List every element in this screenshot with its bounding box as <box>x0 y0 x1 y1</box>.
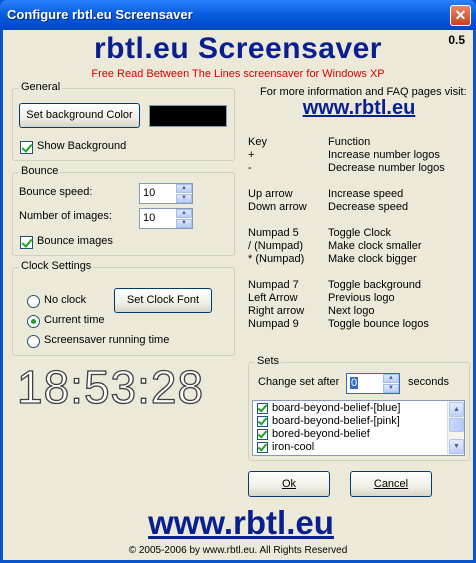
key-cell: / (Numpad) <box>248 240 304 252</box>
spin-up-icon[interactable]: ▲ <box>176 209 192 218</box>
sets-listbox[interactable]: board-beyond-belief-[blue] board-beyond-… <box>252 400 465 456</box>
set-label: bored-beyond-belief <box>272 428 370 440</box>
key-cell: Up arrow <box>248 188 293 200</box>
key-cell: * (Numpad) <box>248 253 305 265</box>
key-cell: + <box>248 149 255 161</box>
general-group: General Set background Color Show Backgr… <box>12 81 235 161</box>
key-cell: Left Arrow <box>248 292 298 304</box>
spin-down-icon[interactable]: ▼ <box>383 384 399 393</box>
clock-settings-legend: Clock Settings <box>19 260 94 272</box>
show-background-checkbox[interactable] <box>20 141 33 154</box>
cancel-button[interactable]: Cancel <box>350 471 432 497</box>
function-cell: Make clock bigger <box>328 253 417 265</box>
bounce-images-checkbox[interactable] <box>20 236 33 249</box>
bounce-speed-value: 10 <box>143 187 156 199</box>
dialog-client-area: 0.5 rbtl.eu Screensaver Free Read Betwee… <box>3 30 473 560</box>
key-header: Key <box>248 136 267 148</box>
screensaver-running-time-label: Screensaver running time <box>44 334 170 346</box>
spin-up-icon[interactable]: ▲ <box>383 374 399 383</box>
key-cell: Down arrow <box>248 201 307 213</box>
set-checkbox[interactable] <box>257 416 268 427</box>
key-cell: Numpad 9 <box>248 318 299 330</box>
set-background-color-label: Set background Color <box>26 109 133 121</box>
bounce-speed-spinner[interactable]: 10 ▲ ▼ <box>139 183 193 204</box>
sets-scrollbar[interactable]: ▲ ▼ <box>447 401 464 455</box>
set-label: board-beyond-belief-[pink] <box>272 415 400 427</box>
bounce-legend: Bounce <box>19 165 61 177</box>
set-clock-font-label: Set Clock Font <box>126 294 200 306</box>
number-of-images-label: Number of images: <box>19 210 112 222</box>
spin-down-icon[interactable]: ▼ <box>176 219 192 228</box>
key-cell: Right arrow <box>248 305 305 317</box>
show-background-label: Show Background <box>37 140 127 152</box>
close-icon[interactable]: ✕ <box>450 5 471 26</box>
info-url-link[interactable]: www.rbtl.eu <box>248 97 470 120</box>
set-background-color-button[interactable]: Set background Color <box>19 103 140 128</box>
function-cell: Increase number logos <box>328 149 440 161</box>
function-cell: Previous logo <box>328 292 395 304</box>
number-of-images-value: 10 <box>143 212 156 224</box>
bounce-images-label: Bounce images <box>37 235 113 247</box>
change-set-spinner[interactable]: 0 ▲ ▼ <box>346 373 400 394</box>
sets-group: Sets Change set after 0 ▲ ▼ seconds boar… <box>248 355 470 461</box>
current-time-label: Current time <box>44 314 105 326</box>
function-cell: Toggle bounce logos <box>328 318 429 330</box>
config-window: Configure rbtl.eu Screensaver ✕ 0.5 rbtl… <box>0 0 476 563</box>
ok-label: Ok <box>281 478 297 490</box>
no-clock-radio[interactable] <box>27 295 40 308</box>
key-cell: Numpad 7 <box>248 279 299 291</box>
change-set-value: 0 <box>350 377 359 389</box>
clock-settings-group: Clock Settings No clock Current time Scr… <box>12 260 235 356</box>
spin-up-icon[interactable]: ▲ <box>176 184 192 193</box>
subtitle: Free Read Between The Lines screensaver … <box>91 68 385 80</box>
change-set-label: Change set after <box>258 376 340 388</box>
screensaver-running-time-radio[interactable] <box>27 335 40 348</box>
clock-display: 18:53:28 <box>16 360 205 413</box>
scroll-up-icon[interactable]: ▲ <box>449 402 464 417</box>
function-cell: Toggle background <box>328 279 421 291</box>
set-checkbox[interactable] <box>257 442 268 453</box>
set-label: iron-cool <box>272 441 315 453</box>
function-header: Function <box>328 136 371 148</box>
current-time-radio[interactable] <box>27 315 40 328</box>
scroll-down-icon[interactable]: ▼ <box>449 439 464 454</box>
background-color-swatch[interactable] <box>149 105 227 127</box>
sets-legend: Sets <box>255 355 282 367</box>
set-checkbox[interactable] <box>257 403 268 414</box>
scroll-thumb[interactable] <box>449 418 464 432</box>
general-legend: General <box>19 81 63 93</box>
window-title: Configure rbtl.eu Screensaver <box>7 7 193 22</box>
set-label: board-beyond-belief-[blue] <box>272 402 401 414</box>
set-clock-font-button[interactable]: Set Clock Font <box>114 288 212 313</box>
bounce-group: Bounce Bounce speed: 10 ▲ ▼ Number of im… <box>12 165 235 256</box>
number-of-images-spinner[interactable]: 10 ▲ ▼ <box>139 208 193 229</box>
bounce-speed-label: Bounce speed: <box>19 186 93 198</box>
no-clock-label: No clock <box>44 294 87 306</box>
set-checkbox[interactable] <box>257 429 268 440</box>
function-cell: Next logo <box>328 305 375 317</box>
key-cell: Numpad 5 <box>248 227 299 239</box>
function-cell: Toggle Clock <box>328 227 391 239</box>
function-cell: Increase speed <box>328 188 404 200</box>
key-cell: - <box>248 162 252 174</box>
ok-button[interactable]: Ok <box>248 471 330 497</box>
app-title: rbtl.eu Screensaver <box>94 32 382 65</box>
title-bar[interactable]: Configure rbtl.eu Screensaver ✕ <box>0 0 476 30</box>
spin-down-icon[interactable]: ▼ <box>176 194 192 203</box>
footer-url-link[interactable]: www.rbtl.eu <box>3 504 476 542</box>
function-cell: Decrease number logos <box>328 162 445 174</box>
function-cell: Make clock smaller <box>328 240 422 252</box>
function-cell: Decrease speed <box>328 201 409 213</box>
copyright-text: © 2005-2006 by www.rbtl.eu. All Rights R… <box>128 545 348 556</box>
seconds-label: seconds <box>408 376 449 388</box>
cancel-label: Cancel <box>373 478 409 490</box>
